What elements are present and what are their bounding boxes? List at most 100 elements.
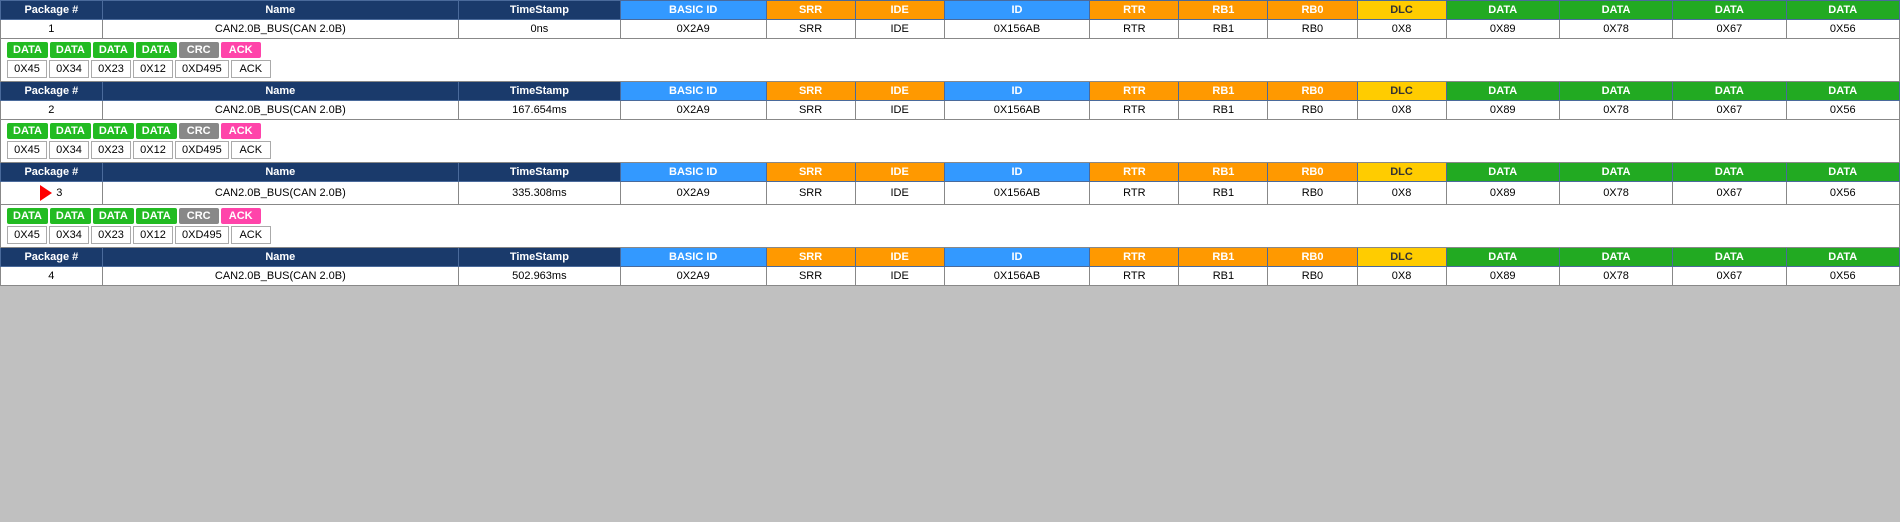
data2-header: DATA: [1559, 1, 1672, 20]
seg-value: ACK: [231, 226, 271, 244]
pkg-rtr: RTR: [1090, 182, 1179, 205]
seg-value: 0X12: [133, 141, 173, 159]
ide-header: IDE: [855, 248, 944, 267]
seg-label: ACK: [221, 123, 261, 139]
rb1-header: RB1: [1179, 82, 1268, 101]
name-header: Name: [102, 82, 458, 101]
header-row: Package # Name TimeStamp BASIC ID SRR ID…: [1, 163, 1900, 182]
pkg-header: Package #: [1, 248, 103, 267]
pkg-num: 4: [1, 267, 103, 286]
seg-label: DATA: [136, 123, 177, 139]
seg-value: 0X34: [49, 226, 89, 244]
srr-header: SRR: [766, 248, 855, 267]
seg-value: 0X45: [7, 141, 47, 159]
pkg-name: CAN2.0B_BUS(CAN 2.0B): [102, 267, 458, 286]
pkg-data3: 0X67: [1673, 20, 1786, 39]
pkg-data1: 0X89: [1446, 101, 1559, 120]
pkg-basic-id: 0X2A9: [620, 20, 766, 39]
segment-values: 0X450X340X230X120XD495ACK: [7, 141, 1893, 159]
pkg-num: 2: [1, 101, 103, 120]
seg-value: 0X23: [91, 60, 131, 78]
pkg-timestamp: 0ns: [458, 20, 620, 39]
seg-label: CRC: [179, 123, 219, 139]
seg-label: ACK: [221, 208, 261, 224]
segment-values: 0X450X340X230X120XD495ACK: [7, 226, 1893, 244]
pkg-dlc: 0X8: [1357, 182, 1446, 205]
seg-value: 0X12: [133, 226, 173, 244]
segment-labels: DATADATADATADATACRCACK: [7, 123, 1893, 139]
ide-header: IDE: [855, 1, 944, 20]
pkg-ide: IDE: [855, 20, 944, 39]
segment-labels: DATADATADATADATACRCACK: [7, 208, 1893, 224]
pkg-srr: SRR: [766, 101, 855, 120]
ts-header: TimeStamp: [458, 163, 620, 182]
pkg-data4: 0X56: [1786, 267, 1899, 286]
pkg-name: CAN2.0B_BUS(CAN 2.0B): [102, 101, 458, 120]
ide-header: IDE: [855, 163, 944, 182]
pkg-basic-id: 0X2A9: [620, 101, 766, 120]
pkg-name: CAN2.0B_BUS(CAN 2.0B): [102, 20, 458, 39]
seg-label: DATA: [7, 208, 48, 224]
pkg-id: 0X156AB: [944, 20, 1090, 39]
pkg-data4: 0X56: [1786, 20, 1899, 39]
seg-value: 0X23: [91, 141, 131, 159]
pkg-timestamp: 167.654ms: [458, 101, 620, 120]
data1-header: DATA: [1446, 248, 1559, 267]
red-arrow: [40, 185, 52, 201]
srr-header: SRR: [766, 163, 855, 182]
pkg-header: Package #: [1, 82, 103, 101]
pkg-header: Package #: [1, 1, 103, 20]
seg-value: 0XD495: [175, 141, 229, 159]
seg-value: 0X45: [7, 226, 47, 244]
basic-id-header: BASIC ID: [620, 163, 766, 182]
data2-header: DATA: [1559, 163, 1672, 182]
pkg-timestamp: 335.308ms: [458, 182, 620, 205]
id-header: ID: [944, 82, 1090, 101]
name-header: Name: [102, 248, 458, 267]
pkg-header: Package #: [1, 163, 103, 182]
seg-value: 0X34: [49, 141, 89, 159]
pkg-basic-id: 0X2A9: [620, 267, 766, 286]
rb1-header: RB1: [1179, 248, 1268, 267]
rb0-header: RB0: [1268, 163, 1357, 182]
pkg-data1: 0X89: [1446, 267, 1559, 286]
pkg-rtr: RTR: [1090, 101, 1179, 120]
id-header: ID: [944, 1, 1090, 20]
pkg-ide: IDE: [855, 267, 944, 286]
pkg-data2: 0X78: [1559, 101, 1672, 120]
seg-label: ACK: [221, 42, 261, 58]
seg-label: DATA: [50, 42, 91, 58]
header-row: Package # Name TimeStamp BASIC ID SRR ID…: [1, 1, 1900, 20]
pkg-rb1: RB1: [1179, 20, 1268, 39]
seg-value: 0X45: [7, 60, 47, 78]
dlc-header: DLC: [1357, 248, 1446, 267]
rb0-header: RB0: [1268, 248, 1357, 267]
basic-id-header: BASIC ID: [620, 82, 766, 101]
segment-row: DATADATADATADATACRCACK 0X450X340X230X120…: [1, 120, 1900, 163]
id-header: ID: [944, 248, 1090, 267]
rb0-header: RB0: [1268, 1, 1357, 20]
rb1-header: RB1: [1179, 163, 1268, 182]
segment-values: 0X450X340X230X120XD495ACK: [7, 60, 1893, 78]
data3-header: DATA: [1673, 1, 1786, 20]
pkg-timestamp: 502.963ms: [458, 267, 620, 286]
id-header: ID: [944, 163, 1090, 182]
rtr-header: RTR: [1090, 163, 1179, 182]
can-bus-table: Package # Name TimeStamp BASIC ID SRR ID…: [0, 0, 1900, 286]
basic-id-header: BASIC ID: [620, 248, 766, 267]
pkg-srr: SRR: [766, 20, 855, 39]
pkg-data2: 0X78: [1559, 182, 1672, 205]
srr-header: SRR: [766, 1, 855, 20]
data-row: 1 CAN2.0B_BUS(CAN 2.0B) 0ns 0X2A9 SRR ID…: [1, 20, 1900, 39]
pkg-ide: IDE: [855, 182, 944, 205]
segment-row: DATADATADATADATACRCACK 0X450X340X230X120…: [1, 205, 1900, 248]
pkg-rtr: RTR: [1090, 20, 1179, 39]
data-row: 2 CAN2.0B_BUS(CAN 2.0B) 167.654ms 0X2A9 …: [1, 101, 1900, 120]
pkg-dlc: 0X8: [1357, 20, 1446, 39]
pkg-ide: IDE: [855, 101, 944, 120]
pkg-data3: 0X67: [1673, 101, 1786, 120]
rb1-header: RB1: [1179, 1, 1268, 20]
dlc-header: DLC: [1357, 1, 1446, 20]
name-header: Name: [102, 1, 458, 20]
data3-header: DATA: [1673, 248, 1786, 267]
